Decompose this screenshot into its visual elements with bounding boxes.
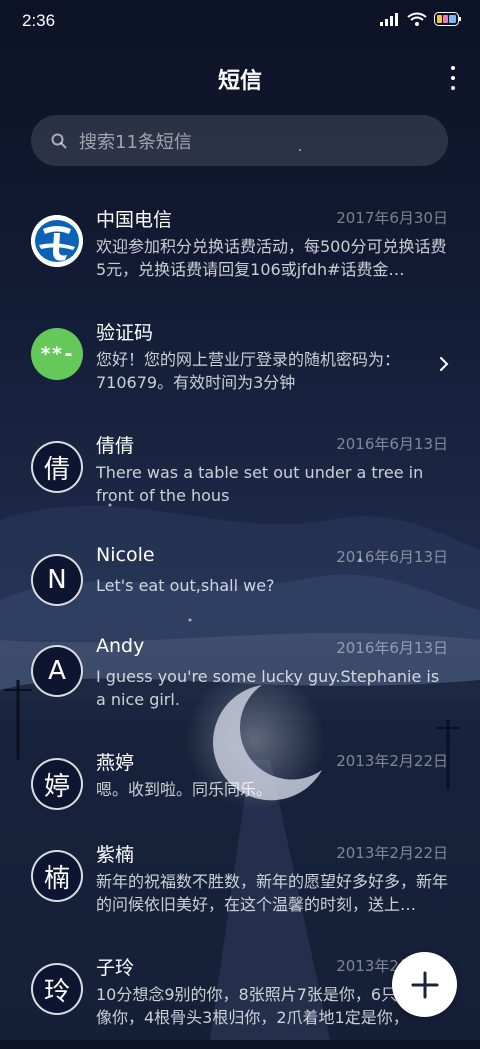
more-dot-icon: [451, 86, 455, 90]
message-preview: Let's eat out,shall we?: [96, 576, 275, 595]
plus-icon: [411, 971, 438, 998]
page-title: 短信: [217, 69, 262, 94]
avatar: 倩: [31, 441, 83, 493]
chevron-right-icon[interactable]: [439, 356, 449, 372]
message-date: 2016年6月13日: [336, 435, 448, 453]
more-dot-icon: [451, 76, 455, 80]
sender-name: Nicole: [96, 544, 155, 566]
avatar: 玲: [31, 963, 83, 1015]
message-preview: 新年的祝福数不胜数，新年的愿望好多好多，新年的问候依旧美好，在这个温馨的时刻，送…: [96, 872, 448, 914]
sender-name: 中国电信: [96, 209, 173, 231]
search-placeholder: 搜索11条短信: [79, 131, 192, 153]
message-date: 2013年2月22日: [336, 752, 448, 770]
message-date: 2016年6月13日: [336, 548, 448, 566]
china-telecom-logo-icon: [31, 215, 83, 267]
message-preview: 欢迎参加积分兑换话费活动，每500分可兑换话费5元，兑换话费请回复106或jfd…: [96, 237, 447, 279]
message-item[interactable]: 中国电信 2017年6月30日 欢迎参加积分兑换话费活动，每500分可兑换话费5…: [0, 193, 480, 301]
more-options-button[interactable]: [448, 66, 458, 90]
message-date: 2017年6月30日: [336, 209, 448, 227]
sender-name: 验证码: [96, 322, 154, 344]
avatar: **-: [31, 328, 83, 380]
message-date: 2013年2月22日: [336, 844, 448, 862]
signal-icon: [380, 13, 398, 26]
battery-icon: [434, 12, 461, 26]
message-preview: 嗯。收到啦。同乐同乐。: [96, 780, 273, 799]
message-preview: I guess you're some lucky guy.Stephanie …: [96, 667, 440, 709]
search-input[interactable]: 搜索11条短信: [31, 115, 448, 166]
sender-name: Andy: [96, 635, 145, 657]
message-item[interactable]: 楠 紫楠 2013年2月22日 新年的祝福数不胜数，新年的愿望好多好多，新年的问…: [0, 828, 480, 936]
message-date: 2016年6月13日: [336, 639, 448, 657]
message-preview: 您好！您的网上营业厅登录的随机密码为：710679。有效时间为3分钟: [96, 350, 401, 392]
sender-name: 燕婷: [96, 752, 135, 774]
status-icons: [380, 12, 462, 26]
status-time: 2:36: [22, 11, 56, 30]
message-item[interactable]: A Andy 2016年6月13日 I guess you're some lu…: [0, 623, 480, 731]
status-bar: 2:36: [0, 0, 480, 44]
more-dot-icon: [451, 66, 455, 70]
search-icon: [51, 133, 67, 148]
wifi-icon: [407, 12, 427, 26]
sender-name: 紫楠: [96, 844, 135, 866]
avatar: 楠: [31, 850, 83, 902]
message-preview: There was a table set out under a tree i…: [96, 463, 424, 505]
avatar: 婷: [31, 758, 83, 810]
sender-name: 子玲: [96, 957, 135, 979]
message-item[interactable]: 倩 倩倩 2016年6月13日 There was a table set ou…: [0, 419, 480, 527]
message-item[interactable]: **- 验证码 您好！您的网上营业厅登录的随机密码为：710679。有效时间为3…: [0, 306, 480, 414]
avatar: N: [31, 554, 83, 606]
sender-name: 倩倩: [96, 435, 135, 457]
avatar: A: [31, 645, 83, 697]
app-header: 短信: [0, 50, 480, 106]
new-message-button[interactable]: [392, 952, 457, 1017]
